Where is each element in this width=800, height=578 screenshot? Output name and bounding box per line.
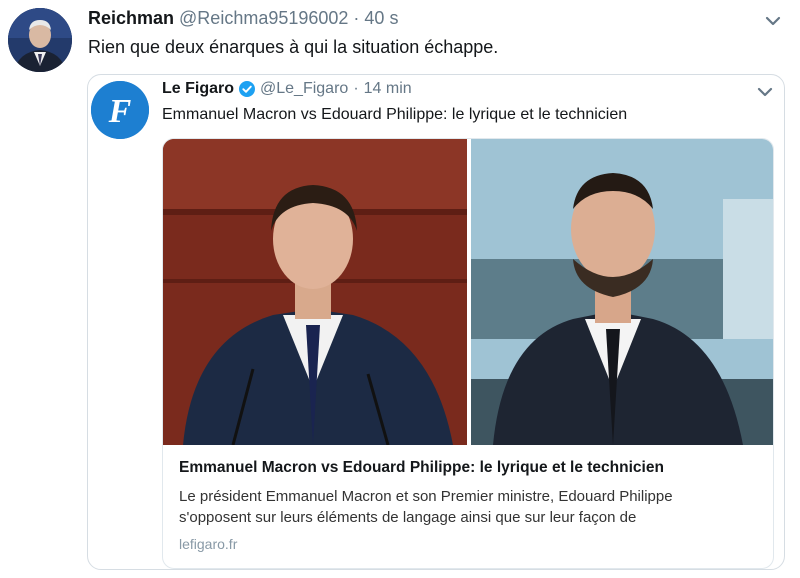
- quoted-handle[interactable]: @Le_Figaro: [260, 80, 348, 98]
- card-description: Le président Emmanuel Macron et son Prem…: [179, 486, 759, 528]
- display-name[interactable]: Reichman: [88, 8, 174, 29]
- quoted-text: Emmanuel Macron vs Edouard Philippe: le …: [162, 106, 628, 123]
- user-handle[interactable]: @Reichma95196002: [179, 8, 348, 29]
- card-image[interactable]: [163, 139, 773, 445]
- tweet-header: Reichman @Reichma95196002 · 40 s: [88, 8, 398, 32]
- quoted-header: Le Figaro @Le_Figaro · 14 min: [162, 80, 412, 98]
- timestamp[interactable]: 40 s: [364, 8, 398, 29]
- separator-dot: ·: [353, 8, 360, 28]
- quoted-display-name[interactable]: Le Figaro: [162, 80, 234, 98]
- separator-dot: ·: [353, 80, 359, 97]
- link-card[interactable]: Emmanuel Macron vs Edouard Philippe: le …: [162, 138, 774, 569]
- chevron-down-icon[interactable]: [756, 83, 774, 101]
- figaro-logo-letter: F: [108, 93, 132, 130]
- chevron-down-icon[interactable]: [764, 12, 782, 30]
- tweet[interactable]: Reichman @Reichma95196002 · 40 s Rien qu…: [0, 0, 800, 578]
- quoted-avatar[interactable]: F: [91, 81, 149, 139]
- card-domain[interactable]: lefigaro.fr: [179, 536, 237, 552]
- tweet-text: Rien que deux énarques à qui la situatio…: [88, 37, 499, 57]
- card-description-line: s'opposent sur leurs éléments de langage…: [179, 509, 637, 526]
- card-description-line: Le président Emmanuel Macron et son Prem…: [179, 488, 673, 505]
- verified-badge-icon: [239, 81, 256, 97]
- quoted-tweet[interactable]: F Le Figaro @Le_Figaro · 14 min Emmanuel…: [87, 74, 785, 570]
- card-title[interactable]: Emmanuel Macron vs Edouard Philippe: le …: [179, 459, 664, 477]
- quoted-timestamp[interactable]: 14 min: [364, 80, 412, 98]
- user-avatar[interactable]: [8, 8, 72, 72]
